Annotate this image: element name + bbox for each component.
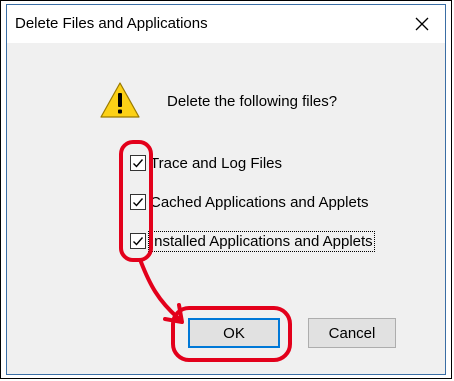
checkbox-cached-applications[interactable] [130,194,146,210]
option-label: Cached Applications and Applets [150,193,369,211]
delete-files-dialog: Delete Files and Applications Delete the… [6,4,446,375]
checkmark-icon [133,237,144,246]
cancel-button[interactable]: Cancel [308,318,396,348]
checkmark-icon [133,159,144,168]
checkbox-installed-applications[interactable] [130,233,146,249]
title-bar: Delete Files and Applications [7,5,445,43]
checkbox-trace-log-files[interactable] [130,155,146,171]
option-label: Installed Applications and Applets [148,230,375,252]
option-label: Trace and Log Files [150,154,283,172]
warning-icon [100,82,140,118]
option-installed-applications[interactable]: Installed Applications and Applets [130,230,375,252]
ok-button[interactable]: OK [188,318,280,348]
option-cached-applications[interactable]: Cached Applications and Applets [130,191,369,213]
dialog-title: Delete Files and Applications [15,15,208,32]
option-trace-log-files[interactable]: Trace and Log Files [130,152,282,174]
close-button[interactable] [399,5,445,43]
checkmark-icon [133,198,144,207]
close-icon [415,17,429,31]
delete-prompt: Delete the following files? [167,93,338,110]
